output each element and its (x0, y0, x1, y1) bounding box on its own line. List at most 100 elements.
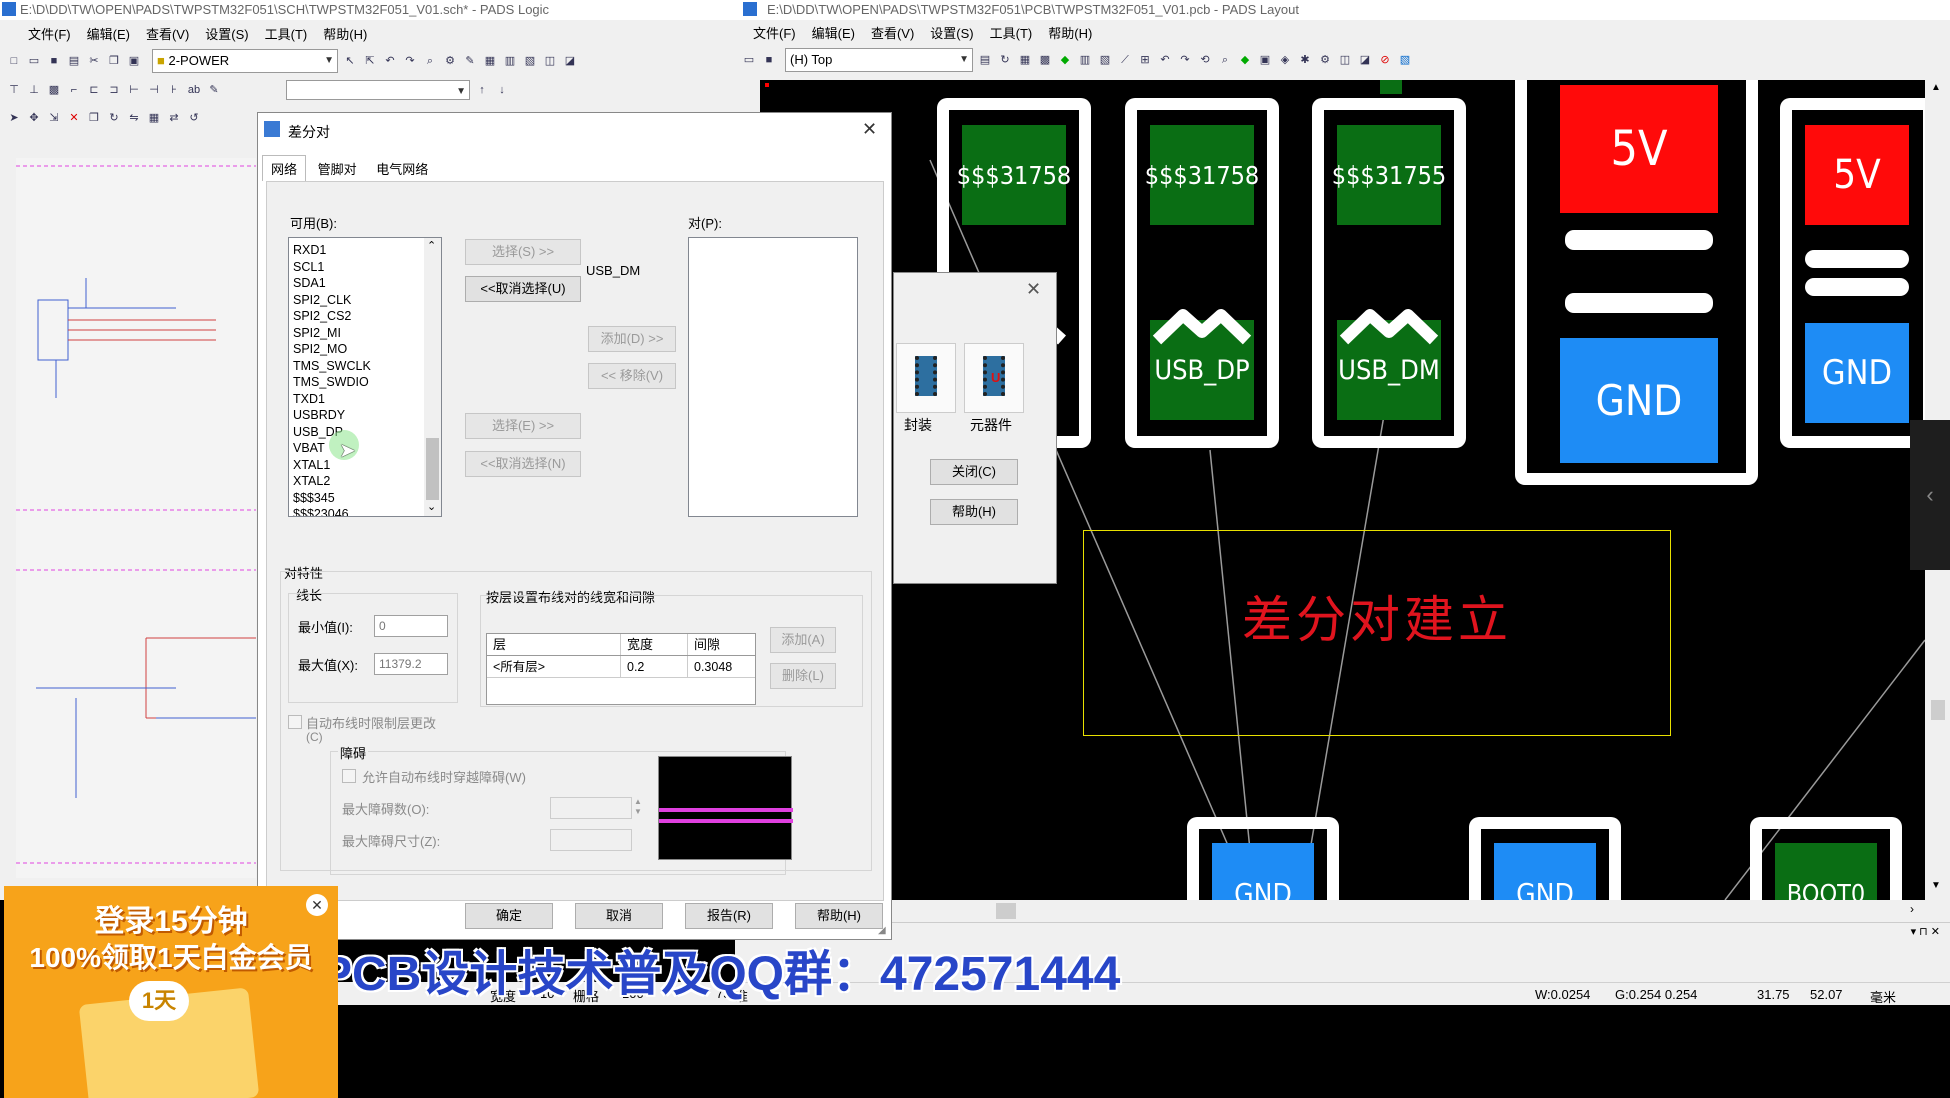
cut-icon[interactable]: ✂ (86, 53, 102, 69)
max-obstacle-count-input[interactable] (550, 797, 632, 819)
layout-layer-combo[interactable]: (H) Top ▼ (785, 48, 973, 72)
max-input[interactable]: 11379.2 (374, 653, 448, 675)
cam-icon[interactable]: ▧ (522, 53, 538, 69)
available-list[interactable]: RXD1 SCL1 SDA1 SPI2_CLK SPI2_CS2 SPI2_MI… (288, 237, 442, 517)
pcb-pad[interactable]: $$$31758 (1145, 125, 1259, 225)
list-item[interactable]: USB_DP (289, 424, 441, 441)
list-item[interactable]: USBRDY (289, 407, 441, 424)
deselect-u-button[interactable]: <<取消选择(U) (465, 276, 581, 302)
help-button[interactable]: 帮助(H) (930, 499, 1018, 525)
list-item[interactable]: SPI2_MO (289, 341, 441, 358)
tab-net[interactable]: 网络 (262, 155, 307, 181)
save-icon[interactable]: ■ (761, 52, 777, 68)
pairs-list[interactable] (688, 237, 858, 517)
swap-icon[interactable]: ⇄ (166, 110, 182, 126)
layout-menu-view[interactable]: 查看(V) (863, 23, 922, 42)
paste-icon[interactable]: ▣ (126, 53, 142, 69)
window-icon[interactable]: ◫ (1337, 52, 1353, 68)
component-button[interactable]: U (964, 343, 1024, 413)
new-icon[interactable]: □ (6, 53, 22, 69)
link-icon[interactable]: ⚙ (1317, 52, 1333, 68)
table-row[interactable]: <所有层> 0.2 0.3048 (487, 656, 755, 678)
list-item[interactable]: $$$345 (289, 490, 441, 507)
pin2-icon[interactable]: ⊦ (166, 82, 182, 98)
pcb-pad[interactable]: 5V (1560, 85, 1718, 213)
list-item[interactable]: TMS_SWDIO (289, 374, 441, 391)
layout-menu-setup[interactable]: 设置(S) (922, 23, 981, 42)
list-item[interactable]: SCL1 (289, 259, 441, 276)
ad-popup[interactable]: ✕ 登录15分钟 100%领取1天白金会员 1天 (4, 886, 338, 1098)
autoroute-checkbox[interactable] (288, 715, 302, 729)
layer-icon[interactable]: ▤ (977, 52, 993, 68)
text-icon[interactable]: ab (186, 82, 202, 98)
close-icon[interactable]: ✕ (862, 119, 877, 140)
move-icon[interactable]: ✥ (26, 110, 42, 126)
layout-menu-help[interactable]: 帮助(H) (1040, 23, 1100, 42)
layout-menu-tools[interactable]: 工具(T) (982, 23, 1041, 42)
pcb-pad[interactable]: GND (1494, 843, 1596, 900)
layout-menu-file[interactable]: 文件(F) (745, 23, 804, 42)
tab-electrical-net[interactable]: 电气网络 (368, 156, 436, 181)
bus-icon[interactable]: ⊏ (86, 82, 102, 98)
pcb-pad[interactable]: GND (1805, 323, 1909, 423)
pcb-pad[interactable]: GND (1560, 338, 1718, 463)
select-s-button[interactable]: 选择(S) >> (465, 239, 581, 265)
pcb-pad[interactable]: GND (1212, 843, 1314, 900)
copy2-icon[interactable]: ❐ (86, 110, 102, 126)
pin-icon[interactable]: ⊣ (146, 82, 162, 98)
wire-icon[interactable]: ⌐ (66, 82, 82, 98)
undo-icon[interactable]: ↶ (382, 53, 398, 69)
pcb-pad[interactable]: $$$31755 (1332, 125, 1446, 225)
logic-blank-combo[interactable]: ▼ (286, 80, 470, 100)
pcb-pad[interactable]: 5V (1805, 125, 1909, 225)
pin-icon[interactable]: ▾ ⊓ ✕ (1911, 925, 1940, 938)
scroll-right-icon[interactable]: › (1910, 902, 1914, 916)
route-icon[interactable]: ◆ (1057, 52, 1073, 68)
open-icon[interactable]: ▭ (741, 52, 757, 68)
verify-icon[interactable]: ◆ (1237, 52, 1253, 68)
cancel-button[interactable]: 取消 (575, 903, 663, 929)
pcb-pad[interactable]: BOOT0 (1775, 843, 1877, 900)
hscroll-thumb[interactable] (996, 903, 1016, 919)
logic-layer-combo[interactable]: ■ 2-POWER ▼ (152, 49, 338, 73)
copy-icon[interactable]: ❐ (106, 53, 122, 69)
logic-menu-tools[interactable]: 工具(T) (257, 24, 316, 43)
window2-icon[interactable]: ◪ (1357, 52, 1373, 68)
remove-v-button[interactable]: << 移除(V) (588, 363, 676, 389)
schematic-canvas[interactable] (16, 158, 256, 878)
scroll-thumb[interactable] (1931, 700, 1945, 720)
part-icon[interactable]: ▩ (46, 82, 62, 98)
grid2-icon[interactable]: ▩ (1037, 52, 1053, 68)
open-icon[interactable]: ▭ (26, 53, 42, 69)
save-icon[interactable]: ■ (46, 53, 62, 69)
shield-icon[interactable]: ◈ (1277, 52, 1293, 68)
grid-icon[interactable]: ▦ (1017, 52, 1033, 68)
stop-icon[interactable]: ⊘ (1377, 52, 1393, 68)
logic-menu-edit[interactable]: 编辑(E) (79, 24, 138, 43)
allow-obstacle-checkbox[interactable] (342, 769, 356, 783)
list-item[interactable]: SDA1 (289, 275, 441, 292)
undo2-icon[interactable]: ⟲ (1197, 52, 1213, 68)
zoom-icon[interactable]: ⌕ (1217, 52, 1233, 68)
net-icon[interactable]: ⊢ (126, 82, 142, 98)
logic-menu-setup[interactable]: 设置(S) (197, 24, 256, 43)
redraw-icon[interactable]: ↺ (186, 110, 202, 126)
tab-pinpair[interactable]: 管脚对 (310, 156, 365, 181)
route4-icon[interactable]: ⟋ (1117, 52, 1133, 68)
list-item[interactable]: SPI2_MI (289, 325, 441, 342)
logic-menu-help[interactable]: 帮助(H) (315, 24, 375, 43)
scroll-thumb[interactable] (426, 438, 439, 500)
window2-icon[interactable]: ◪ (562, 53, 578, 69)
add-d-button[interactable]: 添加(D) >> (588, 326, 676, 352)
help-button[interactable]: 帮助(H) (795, 903, 883, 929)
arrow-up-icon[interactable]: ↑ (474, 82, 490, 98)
filter-icon[interactable]: ⊤ (6, 82, 22, 98)
layout-menu-edit[interactable]: 编辑(E) (804, 23, 863, 42)
zoom-icon[interactable]: ⌕ (422, 53, 438, 69)
list-item[interactable]: XTAL2 (289, 473, 441, 490)
list-scrollbar[interactable]: ⌃ ⌄ (424, 238, 441, 516)
filter2-icon[interactable]: ⊥ (26, 82, 42, 98)
list-item[interactable]: SPI2_CS2 (289, 308, 441, 325)
logic-menu-view[interactable]: 查看(V) (138, 24, 197, 43)
move2-icon[interactable]: ⇲ (46, 110, 62, 126)
